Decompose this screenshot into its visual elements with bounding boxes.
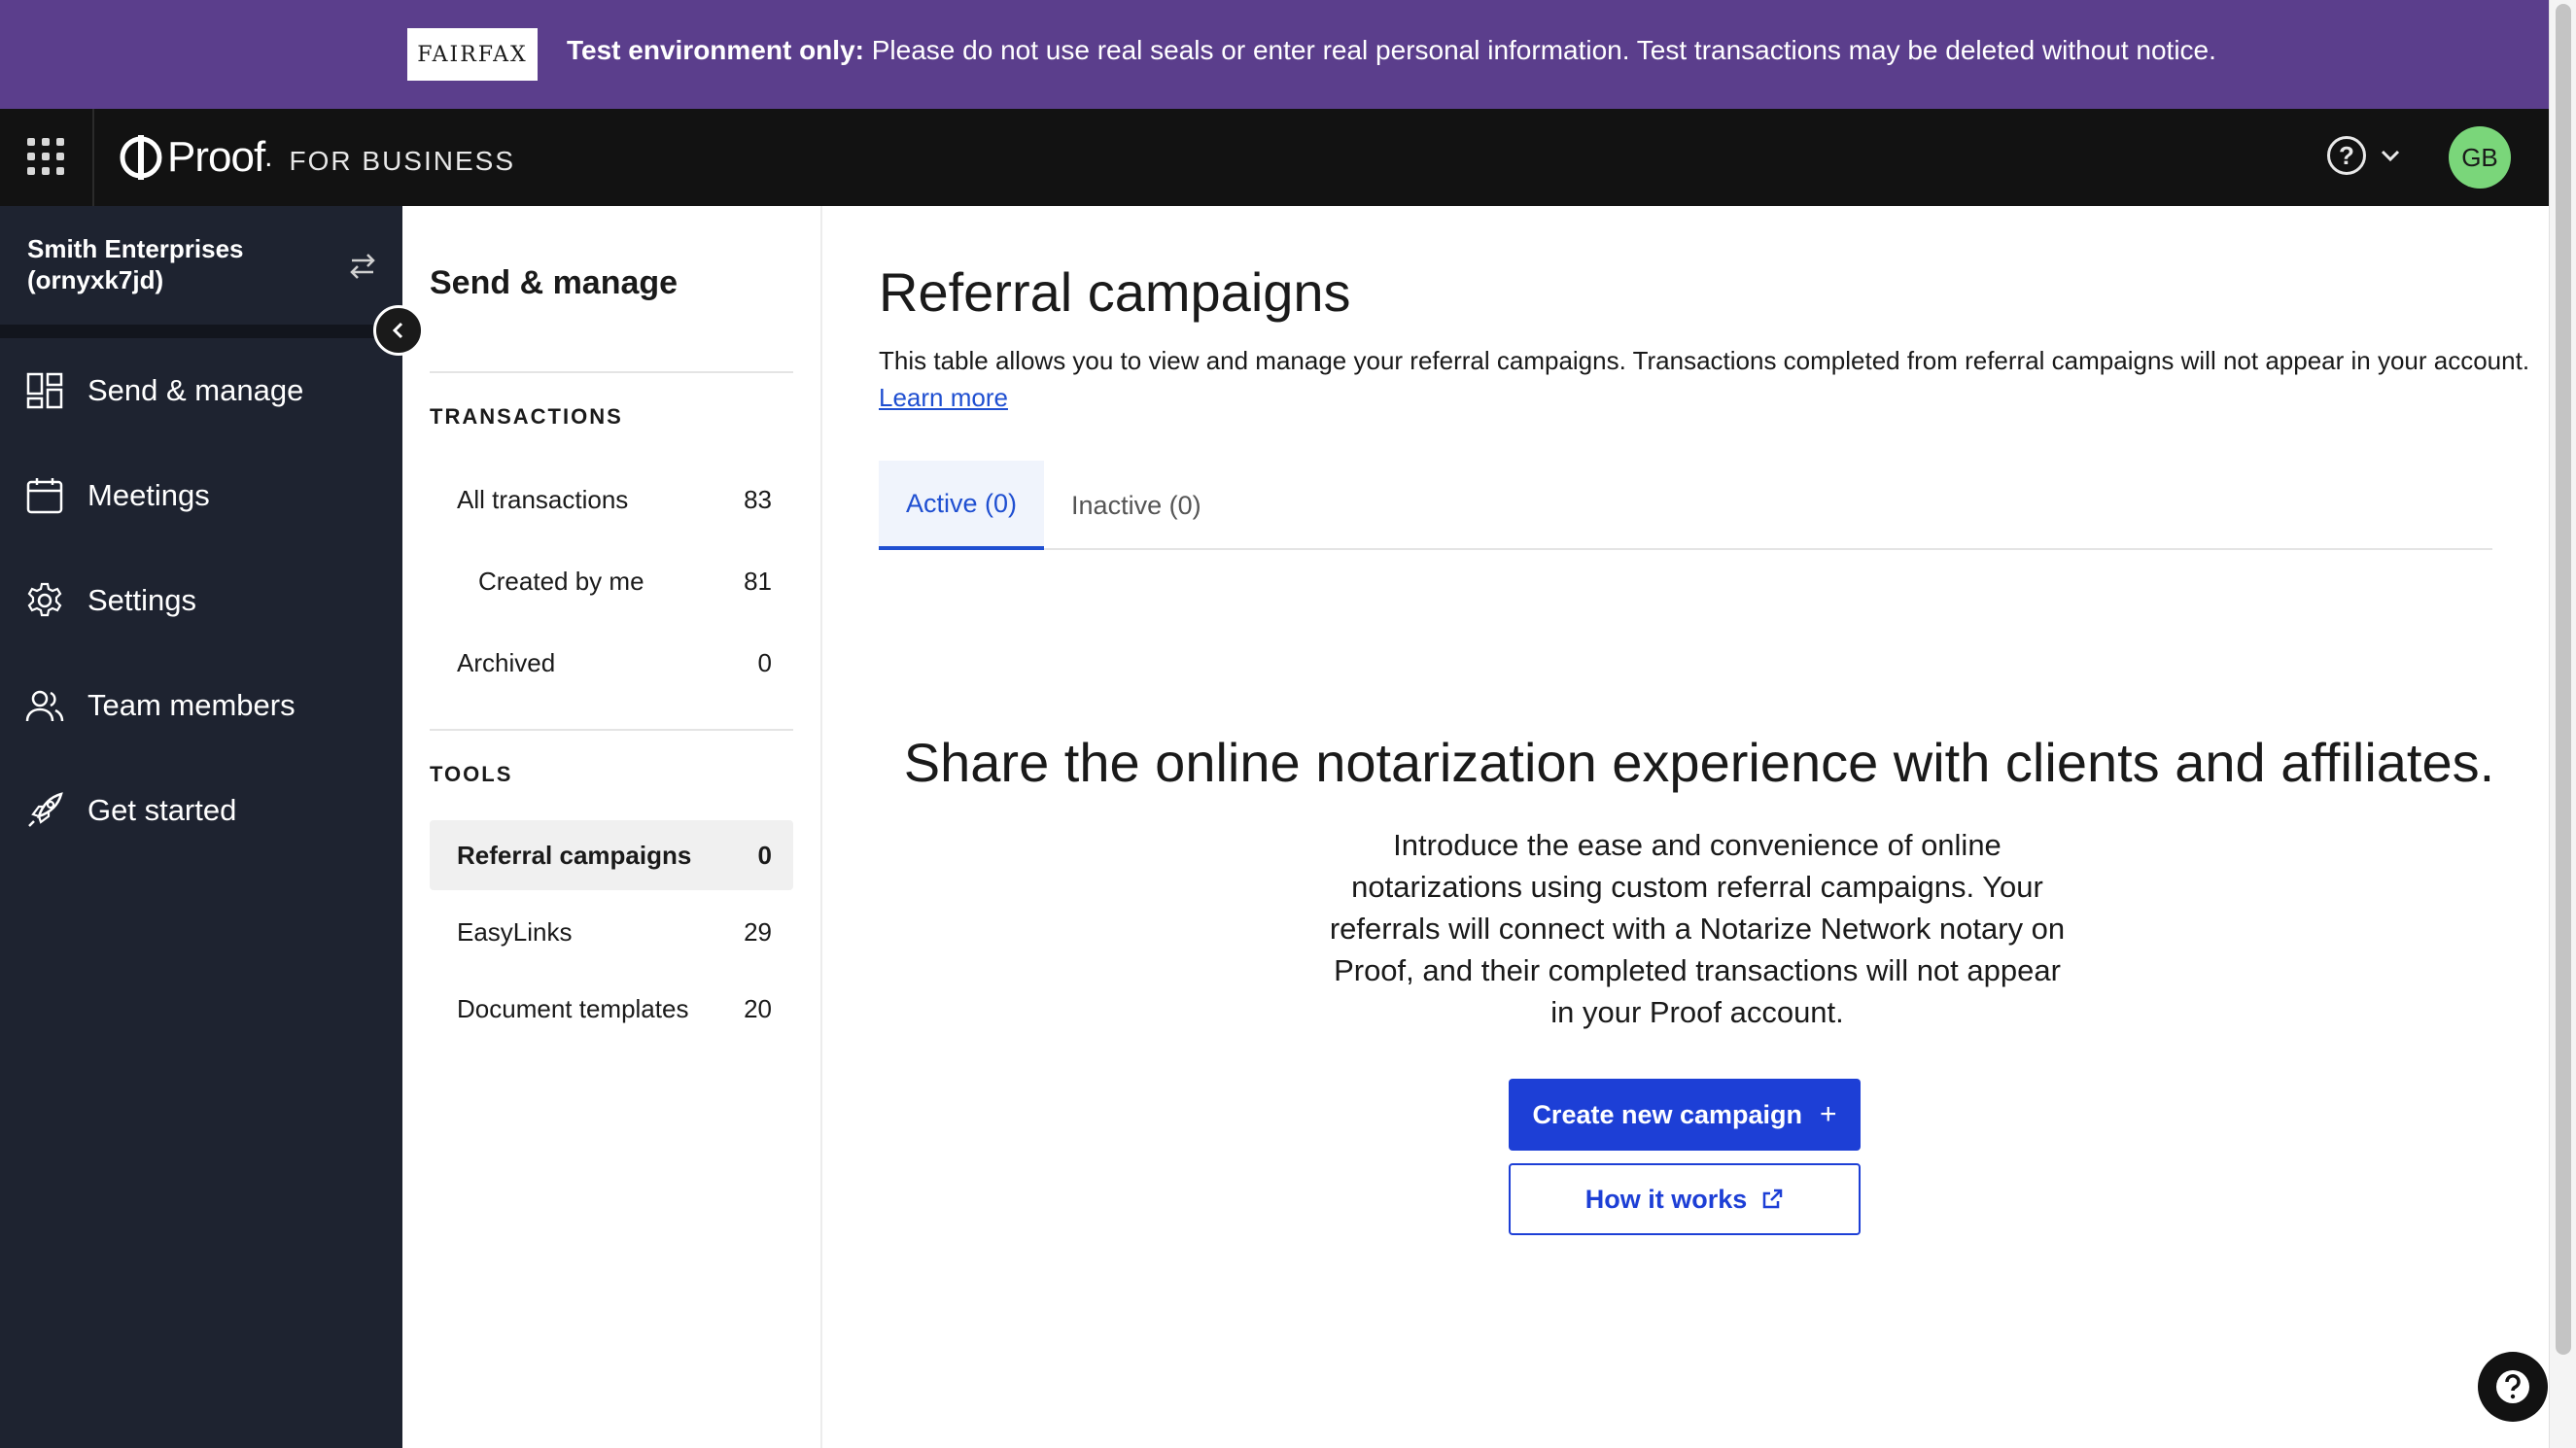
test-environment-banner: FAIRFAX Test environment only: Please do…	[0, 0, 2549, 109]
main-sidebar: Smith Enterprises (ornyxk7jd) Send & man…	[0, 206, 402, 1448]
banner-message: Test environment only: Please do not use…	[567, 35, 2216, 66]
sidebar-item-settings[interactable]: Settings	[25, 571, 196, 630]
button-label: How it works	[1584, 1184, 1748, 1214]
subnav-count: 29	[744, 916, 772, 947]
subnav-count: 83	[744, 484, 772, 514]
subnav-all-transactions[interactable]: All transactions 83	[430, 465, 793, 534]
subnav-archived[interactable]: Archived 0	[430, 628, 793, 698]
brand-dot: .	[264, 141, 272, 173]
subnav-easylinks[interactable]: EasyLinks 29	[430, 897, 793, 967]
main-content: Referral campaigns This table allows you…	[822, 206, 2549, 1448]
brand-subtitle: FOR BUSINESS	[289, 146, 515, 176]
subnav-referral-campaigns[interactable]: Referral campaigns 0	[430, 820, 793, 890]
subnav-label: Referral campaigns	[457, 840, 692, 870]
external-link-icon	[1763, 1189, 1783, 1209]
sidebar-divider	[0, 325, 402, 338]
send-manage-panel: Send & manage TRANSACTIONS All transacti…	[402, 206, 822, 1448]
how-it-works-button[interactable]: How it works	[1509, 1163, 1861, 1235]
help-menu-button[interactable]: ?	[2327, 136, 2401, 175]
subnav-count: 81	[744, 566, 772, 596]
dashboard-icon	[26, 372, 63, 409]
sidebar-item-label: Meetings	[87, 478, 210, 512]
panel-divider	[430, 371, 793, 373]
chevron-left-icon	[392, 322, 403, 339]
question-icon	[2496, 1370, 2529, 1403]
help-chat-button[interactable]	[2478, 1352, 2548, 1422]
sidebar-item-label: Send & manage	[87, 373, 304, 407]
plus-icon: +	[1820, 1098, 1837, 1130]
subnav-label: All transactions	[457, 484, 629, 514]
empty-state-body: Introduce the ease and convenience of on…	[1329, 828, 2066, 1029]
subnav-created-by-me[interactable]: Created by me 81	[430, 546, 793, 616]
panel-divider	[430, 729, 793, 731]
sidebar-item-get-started[interactable]: Get started	[25, 781, 236, 840]
subnav-count: 0	[757, 840, 772, 870]
tab-inactive[interactable]: Inactive (0)	[1044, 461, 1229, 550]
scrollbar-thumb[interactable]	[2556, 4, 2571, 1355]
proof-logo[interactable]: Proof. FOR BUSINESS	[119, 128, 515, 187]
org-id: (ornyxk7jd)	[27, 265, 164, 294]
brand-name: Proof	[167, 133, 265, 181]
subnav-label: Created by me	[478, 566, 644, 596]
app-grid-icon[interactable]	[27, 138, 64, 175]
page-description: This table allows you to view and manage…	[879, 342, 2531, 416]
button-label: Create new campaign	[1532, 1099, 1803, 1129]
empty-state-heading: Share the online notarization experience…	[903, 732, 2495, 793]
sidebar-item-team-members[interactable]: Team members	[25, 676, 296, 735]
subnav-count: 0	[757, 647, 772, 677]
subnav-label: Document templates	[457, 993, 689, 1023]
page-title: Referral campaigns	[879, 261, 1351, 323]
switch-org-icon[interactable]	[346, 250, 379, 283]
org-name: Smith Enterprises	[27, 234, 244, 263]
description-text: This table allows you to view and manage…	[879, 346, 2530, 375]
sidebar-item-label: Settings	[87, 583, 197, 617]
banner-message-text: Please do not use real seals or enter re…	[871, 35, 2216, 65]
tools-heading: TOOLS	[430, 762, 513, 786]
learn-more-link[interactable]: Learn more	[879, 383, 1008, 412]
gear-icon	[27, 582, 62, 617]
banner-bold-text: Test environment only:	[567, 35, 864, 65]
campaign-tabs: Active (0) Inactive (0)	[879, 461, 2492, 550]
proof-mark-icon	[120, 135, 162, 180]
help-circle-icon: ?	[2327, 136, 2366, 175]
collapse-sidebar-button[interactable]	[373, 305, 424, 356]
panel-title: Send & manage	[430, 264, 679, 301]
page-scrollbar[interactable]	[2549, 0, 2576, 1448]
sidebar-item-meetings[interactable]: Meetings	[25, 466, 210, 525]
top-header: Proof. FOR BUSINESS ? GB	[0, 109, 2549, 206]
rocket-icon	[28, 792, 63, 827]
organization-name: Smith Enterprises (ornyxk7jd)	[27, 233, 244, 295]
create-new-campaign-button[interactable]: Create new campaign +	[1509, 1079, 1861, 1151]
transactions-heading: TRANSACTIONS	[430, 404, 623, 429]
sidebar-item-label: Team members	[87, 688, 296, 722]
users-icon	[25, 690, 64, 722]
subnav-label: Archived	[457, 647, 556, 677]
sidebar-item-send-manage[interactable]: Send & manage	[25, 362, 303, 420]
fairfax-logo: FAIRFAX	[407, 28, 538, 81]
subnav-label: EasyLinks	[457, 916, 573, 947]
chevron-down-icon	[2381, 150, 2400, 162]
calendar-icon	[26, 478, 63, 514]
tab-active[interactable]: Active (0)	[879, 461, 1045, 550]
subnav-count: 20	[744, 993, 772, 1023]
sidebar-item-label: Get started	[87, 793, 237, 827]
subnav-document-templates[interactable]: Document templates 20	[430, 974, 793, 1044]
user-avatar[interactable]: GB	[2449, 126, 2511, 189]
header-divider	[92, 109, 94, 206]
